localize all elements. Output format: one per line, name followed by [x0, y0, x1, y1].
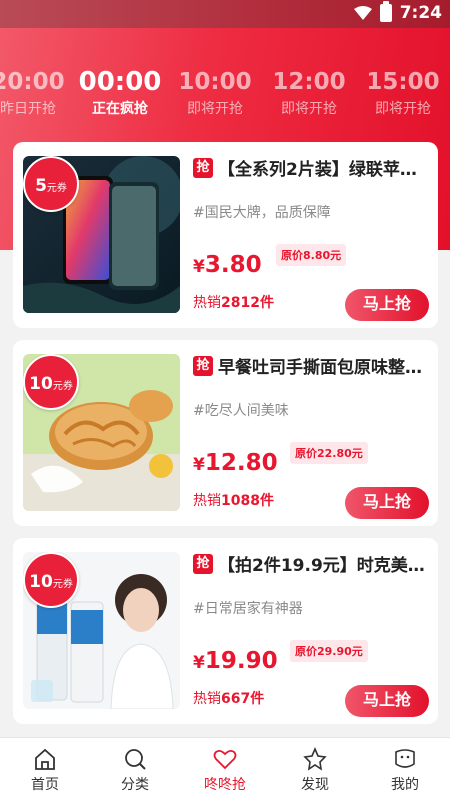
- slot-time: 20:00: [0, 69, 65, 95]
- product-slogan: #吃尽人间美味: [193, 403, 289, 419]
- search-icon: [125, 749, 146, 770]
- slot-status: 即将开抢: [281, 101, 337, 117]
- grab-tag-icon: 抢: [193, 158, 213, 178]
- user-icon: [395, 749, 415, 768]
- slot-status: 即将开抢: [187, 101, 243, 117]
- tab-mine[interactable]: 我的: [360, 738, 450, 800]
- product-image-toothpaste[interactable]: 10元券: [23, 552, 180, 709]
- status-bar: 7:24: [0, 0, 450, 28]
- product-slogan: #国民大牌，品质保障: [193, 205, 331, 221]
- product-title[interactable]: 早餐吐司手撕面包原味整箱装: [218, 353, 431, 378]
- flash-sale-timeline: 20:00 昨日开抢 00:00 正在疯抢 10:00 即将开抢 12:00 即…: [0, 68, 450, 128]
- heart-icon: [213, 749, 237, 770]
- coupon-badge: 10元券: [23, 354, 79, 410]
- timeline-slot[interactable]: 20:00 昨日开抢: [0, 68, 76, 118]
- grab-now-button[interactable]: 马上抢: [345, 487, 429, 519]
- grab-tag-icon: 抢: [193, 356, 213, 376]
- timeline-slot-active[interactable]: 00:00 正在疯抢: [72, 68, 168, 118]
- product-price: ¥12.80: [193, 450, 278, 476]
- slot-status: 正在疯抢: [92, 101, 148, 117]
- product-image-bread[interactable]: 10元券: [23, 354, 180, 511]
- battery-icon: [379, 1, 392, 22]
- sales-count: 热销2812件: [193, 295, 274, 311]
- original-price-badge: 原价22.80元: [290, 442, 368, 464]
- slot-time: 10:00: [178, 69, 252, 95]
- product-title[interactable]: 【拍2件19.9元】时克美白牙膏: [218, 551, 431, 576]
- slot-status: 即将开抢: [375, 101, 431, 117]
- tab-label: 分类: [121, 777, 149, 793]
- product-slogan: #日常居家有神器: [193, 601, 303, 617]
- product-image-screen-protector[interactable]: 5元券: [23, 156, 180, 313]
- status-time: 7:24: [399, 3, 442, 23]
- tab-flash-sale[interactable]: 咚咚抢: [180, 738, 270, 800]
- slot-time: 12:00: [272, 69, 346, 95]
- tab-label: 我的: [391, 777, 419, 793]
- product-card[interactable]: 10元券 抢 【拍2件19.9元】时克美白牙膏 #日常居家有神器 ¥19.90 …: [13, 538, 438, 724]
- timeline-slot[interactable]: 12:00 即将开抢: [261, 68, 357, 118]
- sales-count: 热销667件: [193, 691, 265, 707]
- timeline-slot[interactable]: 15:00 即将开抢: [355, 68, 450, 118]
- home-icon: [35, 748, 55, 770]
- product-price: ¥19.90: [193, 648, 278, 674]
- product-card[interactable]: 10元券 抢 早餐吐司手撕面包原味整箱装 #吃尽人间美味 ¥12.80 原价22…: [13, 340, 438, 526]
- original-price-badge: 原价29.90元: [290, 640, 368, 662]
- original-price-badge: 原价8.80元: [276, 244, 347, 266]
- tab-label: 首页: [31, 777, 59, 793]
- grab-now-button[interactable]: 马上抢: [345, 685, 429, 717]
- wifi-icon: [353, 6, 372, 20]
- tab-category[interactable]: 分类: [90, 738, 180, 800]
- grab-now-button[interactable]: 马上抢: [345, 289, 429, 321]
- timeline-slot[interactable]: 10:00 即将开抢: [167, 68, 263, 118]
- discover-icon: [303, 746, 327, 771]
- grab-tag-icon: 抢: [193, 554, 213, 574]
- product-card[interactable]: 5元券 抢 【全系列2片装】绿联苹果11钢化膜 #国民大牌，品质保障 ¥3.80…: [13, 142, 438, 328]
- product-price: ¥3.80: [193, 252, 262, 278]
- tab-label: 发现: [301, 777, 329, 793]
- slot-time: 15:00: [366, 69, 440, 95]
- sales-count: 热销1088件: [193, 493, 274, 509]
- product-title[interactable]: 【全系列2片装】绿联苹果11钢化膜: [218, 155, 431, 180]
- tab-label: 咚咚抢: [204, 777, 246, 793]
- bottom-tab-bar: 首页 分类 咚咚抢 发现 我的: [0, 737, 450, 800]
- coupon-badge: 5元券: [23, 156, 79, 212]
- tab-home[interactable]: 首页: [0, 738, 90, 800]
- coupon-badge: 10元券: [23, 552, 79, 608]
- tab-discover[interactable]: 发现: [270, 738, 360, 800]
- slot-status: 昨日开抢: [0, 101, 56, 117]
- slot-time: 00:00: [78, 67, 162, 97]
